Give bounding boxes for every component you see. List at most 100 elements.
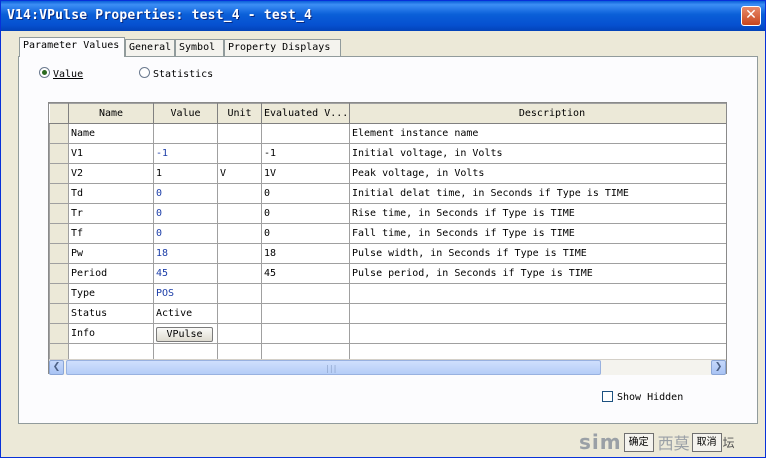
cell-evaluated[interactable]: -1 (261, 143, 350, 164)
table-row[interactable]: Tf 0 0 Fall time, in Seconds if Type is TIM… (49, 223, 726, 244)
cell-value-text: 0 (156, 208, 163, 219)
cell-description-text: Pulse width, in Seconds if Type is TIME (352, 248, 587, 259)
cell-value[interactable]: Active (153, 303, 218, 324)
cell-value[interactable]: 45 (153, 263, 218, 284)
cell-evaluated-text: 45 (264, 268, 277, 279)
cell-description[interactable]: Rise time, in Seconds if Type is TIME (349, 203, 726, 224)
cell-evaluated[interactable] (261, 123, 350, 144)
cell-evaluated[interactable]: 0 (261, 183, 350, 204)
cell-unit[interactable] (217, 263, 262, 284)
close-button[interactable]: ✕ (741, 6, 761, 26)
table-row[interactable]: Type POS (49, 283, 726, 304)
cell-name[interactable]: Name (68, 123, 154, 144)
table-row[interactable]: V1 -1 -1 Initial voltage, in Volts (49, 143, 726, 164)
cell-value[interactable]: 0 (153, 203, 218, 224)
cell-unit[interactable] (217, 203, 262, 224)
table-row[interactable]: Period 45 45 Pulse period, in Seconds if Ty… (49, 263, 726, 284)
cell-value[interactable]: VPulse (153, 323, 218, 344)
cell-evaluated-text: -1 (264, 148, 277, 159)
header-row: Name Value Unit Evaluated V... Descripti… (49, 103, 726, 124)
title-bar[interactable]: V14:VPulse Properties: test_4 - test_4 ✕ (1, 1, 765, 31)
scroll-left-arrow-icon[interactable]: ❮ (49, 360, 64, 375)
cell-unit[interactable] (217, 283, 262, 304)
cell-name[interactable]: Tr (68, 203, 154, 224)
row-header (49, 303, 69, 324)
cell-unit[interactable] (217, 303, 262, 324)
cell-description[interactable]: Peak voltage, in Volts (349, 163, 726, 184)
tab-property-displays[interactable]: Property Displays (224, 39, 341, 56)
watermark-logo: sim (579, 430, 622, 454)
cell-description[interactable]: Initial delat time, in Seconds if Type i… (349, 183, 726, 204)
cell-value[interactable]: POS (153, 283, 218, 304)
cell-evaluated[interactable]: 1V (261, 163, 350, 184)
column-header-description[interactable]: Description (349, 103, 726, 124)
cell-name[interactable]: Td (68, 183, 154, 204)
cell-description[interactable]: Fall time, in Seconds if Type is TIME (349, 223, 726, 244)
cell-value[interactable]: 18 (153, 243, 218, 264)
cell-evaluated[interactable] (261, 303, 350, 324)
cell-description[interactable]: Pulse period, in Seconds if Type is TIME (349, 263, 726, 284)
cell-evaluated[interactable] (261, 323, 350, 344)
value-radio[interactable]: Value (39, 67, 83, 81)
cell-value[interactable]: -1 (153, 143, 218, 164)
row-header (49, 183, 69, 204)
column-header-evaluated[interactable]: Evaluated V... (261, 103, 350, 124)
table-row[interactable]: Name Element instance name (49, 123, 726, 144)
cell-description[interactable]: Element instance name (349, 123, 726, 144)
tab-parameter-values[interactable]: Parameter Values (19, 37, 125, 57)
cell-name[interactable]: Info (68, 323, 154, 344)
scroll-thumb[interactable]: ||| (66, 360, 601, 375)
cell-unit[interactable] (217, 143, 262, 164)
cell-unit[interactable] (217, 323, 262, 344)
column-header-name[interactable]: Name (68, 103, 154, 124)
cell-name-text: Info (71, 328, 96, 339)
table-row[interactable]: Status Active (49, 303, 726, 324)
info-vpulse-button[interactable]: VPulse (156, 326, 213, 342)
cell-description[interactable]: Initial voltage, in Volts (349, 143, 726, 164)
row-header (49, 283, 69, 304)
cell-description[interactable]: Pulse width, in Seconds if Type is TIME (349, 243, 726, 264)
show-hidden-checkbox[interactable]: Show Hidden (602, 391, 683, 404)
cell-unit[interactable] (217, 243, 262, 264)
cancel-button[interactable]: 取消 (691, 432, 722, 452)
cell-name[interactable]: V2 (68, 163, 154, 184)
statistics-radio[interactable]: Statistics (139, 67, 213, 81)
cell-unit[interactable] (217, 123, 262, 144)
tab-general[interactable]: General (125, 39, 175, 56)
cell-name[interactable]: V1 (68, 143, 154, 164)
scroll-right-arrow-icon[interactable]: ❯ (711, 360, 726, 375)
column-header-value[interactable]: Value (153, 103, 218, 124)
tab-symbol[interactable]: Symbol (175, 39, 224, 56)
cell-evaluated[interactable]: 45 (261, 263, 350, 284)
cell-name[interactable]: Tf (68, 223, 154, 244)
cell-unit[interactable] (217, 223, 262, 244)
cell-value[interactable]: 0 (153, 183, 218, 204)
cell-unit[interactable]: V (217, 163, 262, 184)
ok-button[interactable]: 确定 (623, 432, 654, 452)
cell-evaluated[interactable]: 0 (261, 223, 350, 244)
cell-name[interactable]: Type (68, 283, 154, 304)
cell-value[interactable] (153, 123, 218, 144)
cell-value[interactable]: 1 (153, 163, 218, 184)
column-header-unit[interactable]: Unit (217, 103, 262, 124)
table-row[interactable]: Pw 18 18 Pulse width, in Seconds if Type is… (49, 243, 726, 264)
cell-name-text: Period (71, 268, 108, 279)
horizontal-scrollbar[interactable]: ❮ ||| ❯ (49, 359, 726, 375)
table-body: Name Element instance name V1 -1 -1 Initial v… (49, 123, 726, 364)
cell-name[interactable]: Status (68, 303, 154, 324)
cell-description[interactable] (349, 283, 726, 304)
cell-value[interactable]: 0 (153, 223, 218, 244)
cell-evaluated[interactable]: 18 (261, 243, 350, 264)
cell-evaluated[interactable] (261, 283, 350, 304)
table-row[interactable]: V2 1 V 1V Peak voltage, in Volts (49, 163, 726, 184)
table-row[interactable]: Tr 0 0 Rise time, in Seconds if Type is TIM… (49, 203, 726, 224)
cell-name[interactable]: Pw (68, 243, 154, 264)
table-row[interactable]: Info VPulse (49, 323, 726, 344)
cell-evaluated[interactable]: 0 (261, 203, 350, 224)
table-row[interactable]: Td 0 0 Initial delat time, in Seconds if Ty… (49, 183, 726, 204)
grip-icon: ||| (325, 364, 337, 373)
cell-description[interactable] (349, 323, 726, 344)
cell-unit[interactable] (217, 183, 262, 204)
cell-name[interactable]: Period (68, 263, 154, 284)
cell-description[interactable] (349, 303, 726, 324)
